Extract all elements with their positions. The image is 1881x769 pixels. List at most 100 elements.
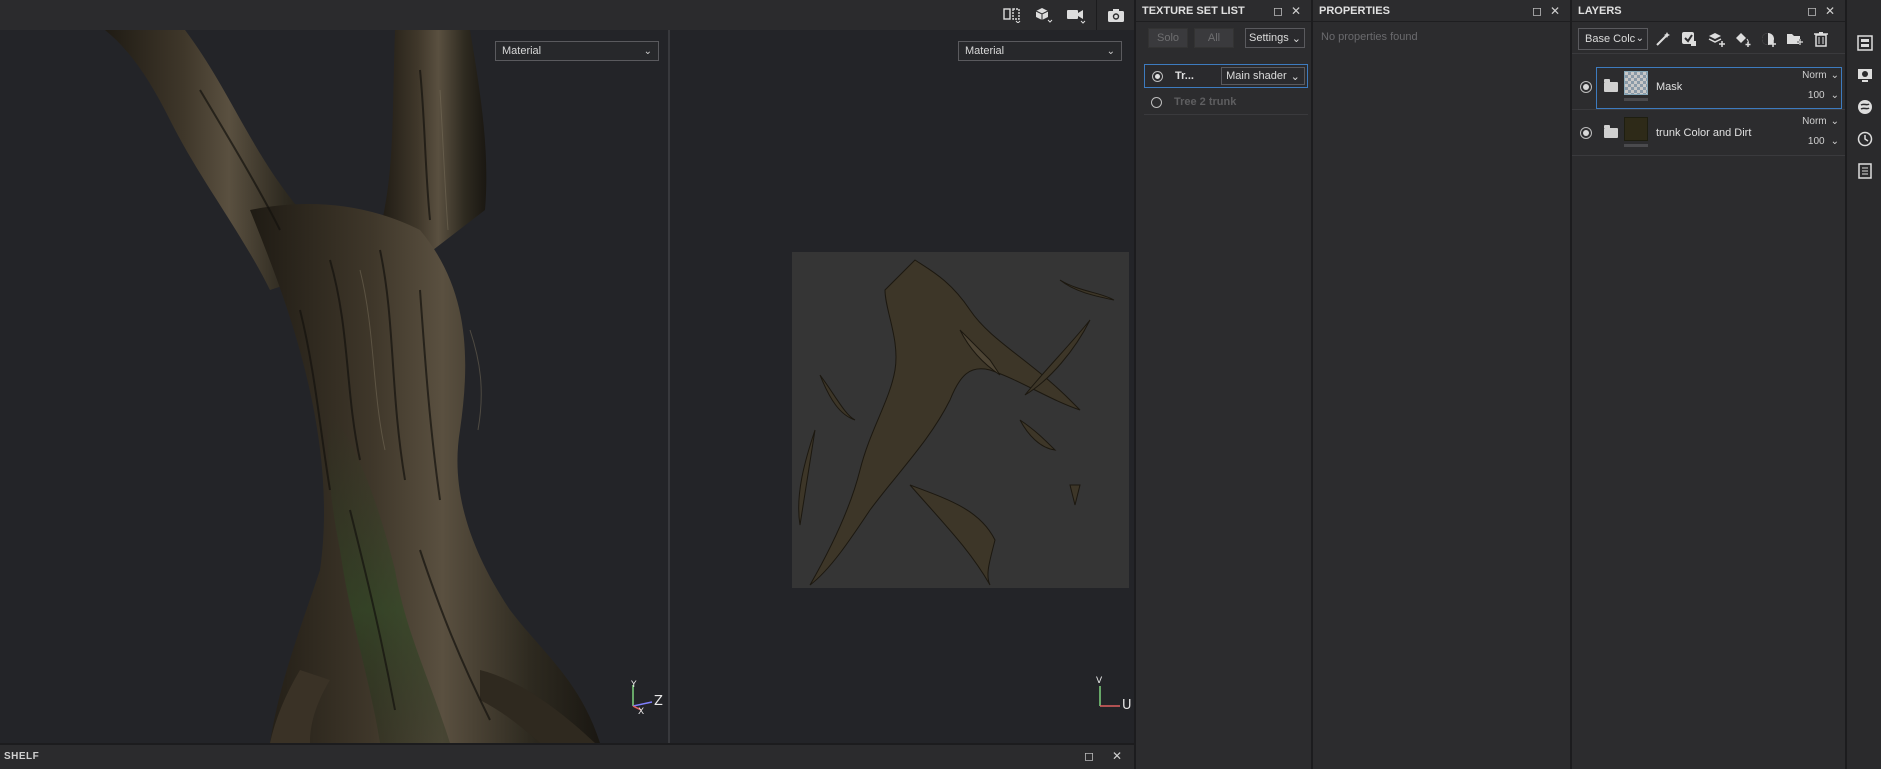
texture-set-list-header: TEXTURE SET LIST ◻ ✕ (1136, 0, 1311, 22)
settings-button[interactable]: Settings ⌄ (1245, 28, 1305, 48)
divider (1144, 114, 1308, 115)
settings-label: Settings (1249, 32, 1289, 44)
undock-icon[interactable]: ◻ (1269, 2, 1287, 20)
axis-y-label: Y (631, 680, 637, 690)
tree-trunk-render (105, 30, 653, 743)
blend-mode-label: Norm (1802, 70, 1827, 81)
log-icon[interactable] (1856, 162, 1874, 180)
empty-properties-text: No properties found (1321, 31, 1418, 43)
opacity-select[interactable]: 100 ⌄ (1808, 90, 1839, 101)
blend-mode-select[interactable]: Norm ⌄ (1802, 70, 1839, 81)
chevron-down-icon: ⌄ (1830, 116, 1839, 127)
axis-v-label: V (1096, 676, 1103, 686)
layer-row[interactable]: Mask Norm ⌄ 100 ⌄ (1572, 66, 1847, 110)
shelf-title: SHELF (4, 751, 40, 762)
trash-icon[interactable] (1810, 29, 1832, 49)
all-button[interactable]: All (1194, 28, 1234, 48)
undock-icon[interactable]: ◻ (1080, 747, 1098, 765)
panel-title: PROPERTIES (1319, 4, 1390, 17)
properties-header: PROPERTIES ◻ ✕ (1313, 0, 1570, 22)
opacity-value: 100 (1807, 136, 1825, 147)
texture-set-row[interactable]: Tr... Main shader ⌄ (1144, 64, 1308, 88)
add-layer-icon[interactable] (1706, 29, 1728, 49)
panel-title: TEXTURE SET LIST (1142, 4, 1245, 17)
shelf-panel: SHELF ◻ ✕ (0, 743, 1134, 769)
shader-settings-icon[interactable] (1856, 98, 1874, 116)
texture-set-row[interactable]: Tree 2 trunk (1144, 90, 1308, 114)
add-mask-icon[interactable] (1758, 29, 1780, 49)
solo-button[interactable]: Solo (1148, 28, 1188, 48)
thumbnail-bar (1624, 98, 1648, 101)
camera-video-icon[interactable] (1064, 4, 1088, 26)
panel-title: LAYERS (1578, 4, 1622, 17)
add-folder-icon[interactable] (1784, 29, 1806, 49)
close-icon[interactable]: ✕ (1821, 2, 1839, 20)
shader-select[interactable]: Main shader ⌄ (1221, 67, 1305, 85)
close-icon[interactable]: ✕ (1546, 2, 1564, 20)
viewport-area: Material ⌄ Y X Z Material ⌄ V U (0, 0, 1134, 743)
material-select-2d[interactable]: Material ⌄ (958, 41, 1122, 61)
shader-label: Main shader (1226, 70, 1287, 82)
properties-panel: PROPERTIES ◻ ✕ No properties found (1311, 0, 1570, 769)
material-select-label: Material (965, 45, 1005, 57)
viewport-toolbar (0, 0, 1134, 30)
axis-x-label: X (638, 707, 645, 717)
blend-mode-select[interactable]: Norm ⌄ (1802, 116, 1839, 127)
display-settings-icon[interactable] (1856, 66, 1874, 84)
chevron-down-icon: ⌄ (1830, 136, 1839, 147)
visibility-toggle-icon[interactable] (1580, 127, 1592, 139)
history-icon[interactable] (1856, 130, 1874, 148)
texture-set-settings-icon[interactable] (1856, 34, 1874, 52)
layer-thumbnail (1624, 71, 1648, 95)
texture-set-list-panel: TEXTURE SET LIST ◻ ✕ Solo All Settings ⌄… (1134, 0, 1311, 769)
texture-set-name: Tree 2 trunk (1174, 96, 1237, 108)
viewport-2d[interactable]: Material ⌄ V U (670, 30, 1134, 743)
texture-set-toolbar: Solo All Settings ⌄ (1136, 22, 1311, 50)
chevron-down-icon: ⌄ (1106, 45, 1115, 57)
layer-name: trunk Color and Dirt (1656, 127, 1752, 139)
axis-gizmo-2d (1099, 686, 1120, 707)
folder-icon (1604, 79, 1618, 92)
texture-set-radio[interactable] (1151, 96, 1162, 108)
layer-thumbnail (1624, 117, 1648, 141)
opacity-select[interactable]: 100 ⌄ (1808, 136, 1839, 147)
layer-name: Mask (1656, 81, 1683, 93)
viewport-3d[interactable]: Material ⌄ Y X Z (0, 30, 668, 743)
blend-mode-label: Norm (1802, 116, 1827, 127)
uv-texture-render (792, 252, 1129, 707)
channel-label: Base Colc (1585, 33, 1636, 45)
folder-icon (1604, 125, 1618, 138)
chevron-down-icon: ⌄ (1830, 70, 1839, 81)
toolbar-divider (1096, 0, 1097, 30)
add-effect-icon[interactable] (1678, 29, 1700, 49)
chevron-down-icon: ⌄ (1291, 32, 1301, 45)
material-select-label: Material (502, 45, 542, 57)
chevron-down-icon: ⌄ (1830, 90, 1839, 101)
close-icon[interactable]: ✕ (1287, 2, 1305, 20)
layers-header: LAYERS ◻ ✕ (1572, 0, 1845, 22)
axis-z-label: Z (654, 694, 663, 709)
screenshot-icon[interactable] (1104, 4, 1128, 26)
texture-set-name: Tr... (1175, 70, 1194, 82)
axis-u-label: U (1122, 698, 1132, 713)
cube-icon[interactable] (1032, 4, 1056, 26)
magic-wand-icon[interactable] (1652, 29, 1674, 49)
close-icon[interactable]: ✕ (1108, 747, 1126, 765)
layers-toolbar: Base Colc ⌄ (1572, 22, 1845, 54)
material-select-3d[interactable]: Material ⌄ (495, 41, 659, 61)
chevron-down-icon: ⌄ (643, 45, 652, 57)
chevron-down-icon: ⌄ (1290, 70, 1300, 83)
visibility-toggle-icon[interactable] (1580, 81, 1592, 93)
thumbnail-bar (1624, 144, 1648, 147)
undock-icon[interactable]: ◻ (1803, 2, 1821, 20)
texture-set-radio[interactable] (1152, 70, 1163, 82)
layer-row[interactable]: trunk Color and Dirt Norm ⌄ 100 ⌄ (1572, 112, 1847, 156)
chevron-down-icon: ⌄ (1635, 33, 1644, 44)
right-dock-bar (1845, 0, 1881, 769)
add-fill-layer-icon[interactable] (1732, 29, 1754, 49)
split-view-icon[interactable] (1000, 4, 1024, 26)
layers-panel: LAYERS ◻ ✕ Base Colc ⌄ Mask Norm ⌄ 100 ⌄… (1570, 0, 1847, 769)
channel-select[interactable]: Base Colc ⌄ (1578, 28, 1648, 50)
opacity-value: 100 (1807, 90, 1825, 101)
undock-icon[interactable]: ◻ (1528, 2, 1546, 20)
